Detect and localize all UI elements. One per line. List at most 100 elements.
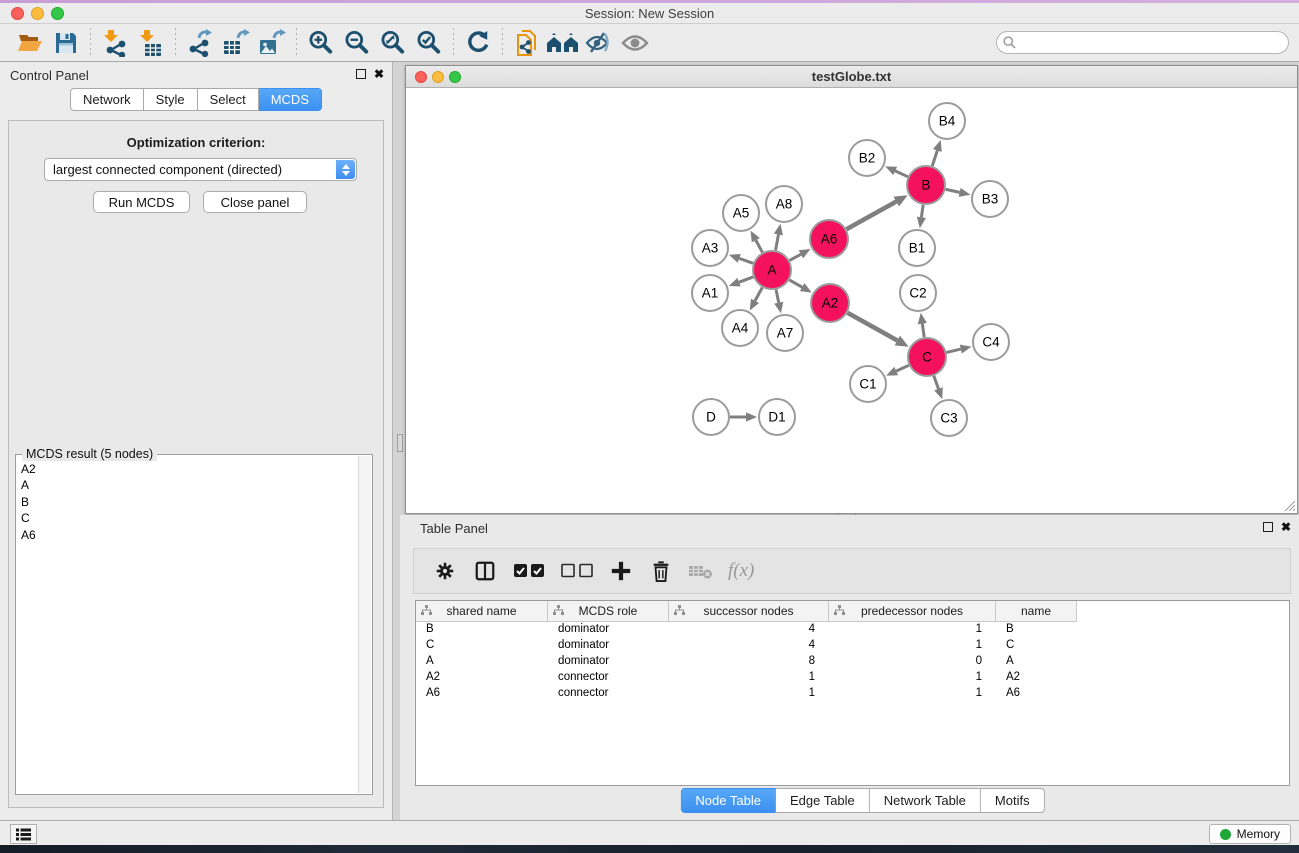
table-cell[interactable]: C xyxy=(996,638,1077,654)
graph-edge-A-A1[interactable] xyxy=(739,277,753,282)
export-image-button[interactable] xyxy=(254,27,290,59)
open-session-button[interactable] xyxy=(12,27,48,59)
network-window-titlebar[interactable]: testGlobe.txt xyxy=(406,66,1297,88)
graph-node-C[interactable]: C xyxy=(908,338,946,376)
float-panel-icon[interactable] xyxy=(1263,522,1273,532)
graph-edge-A-A2[interactable] xyxy=(789,280,802,287)
column-header-successor-nodes[interactable]: successor nodes xyxy=(669,601,829,622)
graph-edge-A-A6[interactable] xyxy=(790,254,801,260)
graph-node-A6[interactable]: A6 xyxy=(810,220,848,258)
save-session-button[interactable] xyxy=(48,27,84,59)
table-cell[interactable]: dominator xyxy=(548,654,669,670)
resize-grip-icon[interactable] xyxy=(1283,499,1295,511)
add-column-button[interactable] xyxy=(608,558,634,584)
graph-node-B2[interactable]: B2 xyxy=(849,140,885,176)
export-network-button[interactable] xyxy=(182,27,218,59)
graph-node-A2[interactable]: A2 xyxy=(811,284,849,322)
table-cell[interactable]: 1 xyxy=(829,622,996,638)
network-canvas[interactable]: B4 B2 B B3 A8A5 A6 B1 A3 A A1 C2 A2 A4A7 C4 C C1 C3 D D1 xyxy=(406,88,1297,513)
table-cell[interactable]: B xyxy=(416,622,548,638)
table-cell[interactable]: A6 xyxy=(996,686,1077,702)
show-panels-button[interactable] xyxy=(10,824,37,844)
result-list-item[interactable]: A2 xyxy=(21,461,358,477)
graph-node-C2[interactable]: C2 xyxy=(900,275,936,311)
run-mcds-button[interactable]: Run MCDS xyxy=(93,191,190,213)
graph-node-D[interactable]: D xyxy=(693,399,729,435)
result-list-item[interactable]: C xyxy=(21,510,358,526)
tab-network-table[interactable]: Network Table xyxy=(870,788,981,813)
table-cell[interactable]: A2 xyxy=(416,670,548,686)
graph-edge-A-A7[interactable] xyxy=(776,290,779,303)
graph-edge-C-C1[interactable] xyxy=(896,365,909,371)
graph-node-B4[interactable]: B4 xyxy=(929,103,965,139)
graph-edge-A6-B[interactable] xyxy=(846,202,896,230)
tab-style[interactable]: Style xyxy=(144,88,198,111)
graph-node-A5[interactable]: A5 xyxy=(723,195,759,231)
close-panel-icon[interactable]: ✖ xyxy=(1281,522,1291,532)
graph-node-B[interactable]: B xyxy=(907,166,945,204)
graph-node-B3[interactable]: B3 xyxy=(972,181,1008,217)
graph-node-A1[interactable]: A1 xyxy=(692,275,728,311)
table-cell[interactable]: 1 xyxy=(669,670,829,686)
result-list-item[interactable]: B xyxy=(21,494,358,510)
graph-edge-B-B4[interactable] xyxy=(932,150,937,166)
show-column-button[interactable] xyxy=(472,558,498,584)
graph-node-C4[interactable]: C4 xyxy=(973,324,1009,360)
graph-node-C1[interactable]: C1 xyxy=(850,366,886,402)
graph-node-A[interactable]: A xyxy=(753,251,791,289)
graph-edge-B-B1[interactable] xyxy=(921,205,923,218)
graph-edge-A-A8[interactable] xyxy=(776,234,779,250)
table-cell[interactable]: A6 xyxy=(416,686,548,702)
table-cell[interactable]: 1 xyxy=(829,638,996,654)
graph-edge-C-C2[interactable] xyxy=(922,324,924,337)
new-network-from-selection-button[interactable] xyxy=(509,27,545,59)
import-network-button[interactable] xyxy=(97,27,133,59)
table-cell[interactable]: dominator xyxy=(548,638,669,654)
column-header-name[interactable]: name xyxy=(996,601,1077,622)
table-options-button[interactable] xyxy=(432,558,458,584)
graph-node-A7[interactable]: A7 xyxy=(767,315,803,351)
float-panel-icon[interactable] xyxy=(356,69,366,79)
graph-node-A4[interactable]: A4 xyxy=(722,310,758,346)
table-cell[interactable]: A2 xyxy=(996,670,1077,686)
table-cell[interactable]: 0 xyxy=(829,654,996,670)
export-table-button[interactable] xyxy=(218,27,254,59)
graph-node-C3[interactable]: C3 xyxy=(931,400,967,436)
zoom-in-button[interactable] xyxy=(303,27,339,59)
graph-node-B1[interactable]: B1 xyxy=(899,230,935,266)
tab-mcds[interactable]: MCDS xyxy=(259,88,322,111)
table-cell[interactable]: 1 xyxy=(669,686,829,702)
table-cell[interactable]: connector xyxy=(548,686,669,702)
table-cell[interactable]: 4 xyxy=(669,638,829,654)
table-cell[interactable]: A xyxy=(996,654,1077,670)
tab-network[interactable]: Network xyxy=(70,88,144,111)
graph-edge-A-A3[interactable] xyxy=(739,258,753,263)
result-list-scrollbar[interactable] xyxy=(358,456,371,793)
tab-motifs[interactable]: Motifs xyxy=(981,788,1045,813)
apply-layout-button[interactable] xyxy=(460,27,496,59)
graph-node-A3[interactable]: A3 xyxy=(692,230,728,266)
table-cell[interactable]: 1 xyxy=(829,686,996,702)
table-cell[interactable]: C xyxy=(416,638,548,654)
graph-edge-C-C4[interactable] xyxy=(946,349,960,352)
close-panel-button[interactable]: Close panel xyxy=(203,191,307,213)
show-all-button[interactable] xyxy=(617,27,653,59)
column-header-shared-name[interactable]: shared name xyxy=(416,601,548,622)
search-input[interactable] xyxy=(996,31,1289,54)
select-all-button[interactable] xyxy=(512,558,546,584)
table-cell[interactable]: B xyxy=(996,622,1077,638)
deselect-all-button[interactable] xyxy=(560,558,594,584)
graph-edge-A2-C[interactable] xyxy=(847,313,897,341)
first-neighbors-button[interactable] xyxy=(545,27,581,59)
graph-edge-A-A5[interactable] xyxy=(756,240,763,252)
table-cell[interactable]: connector xyxy=(548,670,669,686)
table-cell[interactable]: A xyxy=(416,654,548,670)
memory-button[interactable]: Memory xyxy=(1209,824,1291,844)
result-list-item[interactable]: A6 xyxy=(21,527,358,543)
graph-edge-B-B2[interactable] xyxy=(895,171,908,177)
import-table-button[interactable] xyxy=(133,27,169,59)
graph-node-A8[interactable]: A8 xyxy=(766,186,802,222)
table-cell[interactable]: dominator xyxy=(548,622,669,638)
column-header-predecessor-nodes[interactable]: predecessor nodes xyxy=(829,601,996,622)
graph-node-D1[interactable]: D1 xyxy=(759,399,795,435)
